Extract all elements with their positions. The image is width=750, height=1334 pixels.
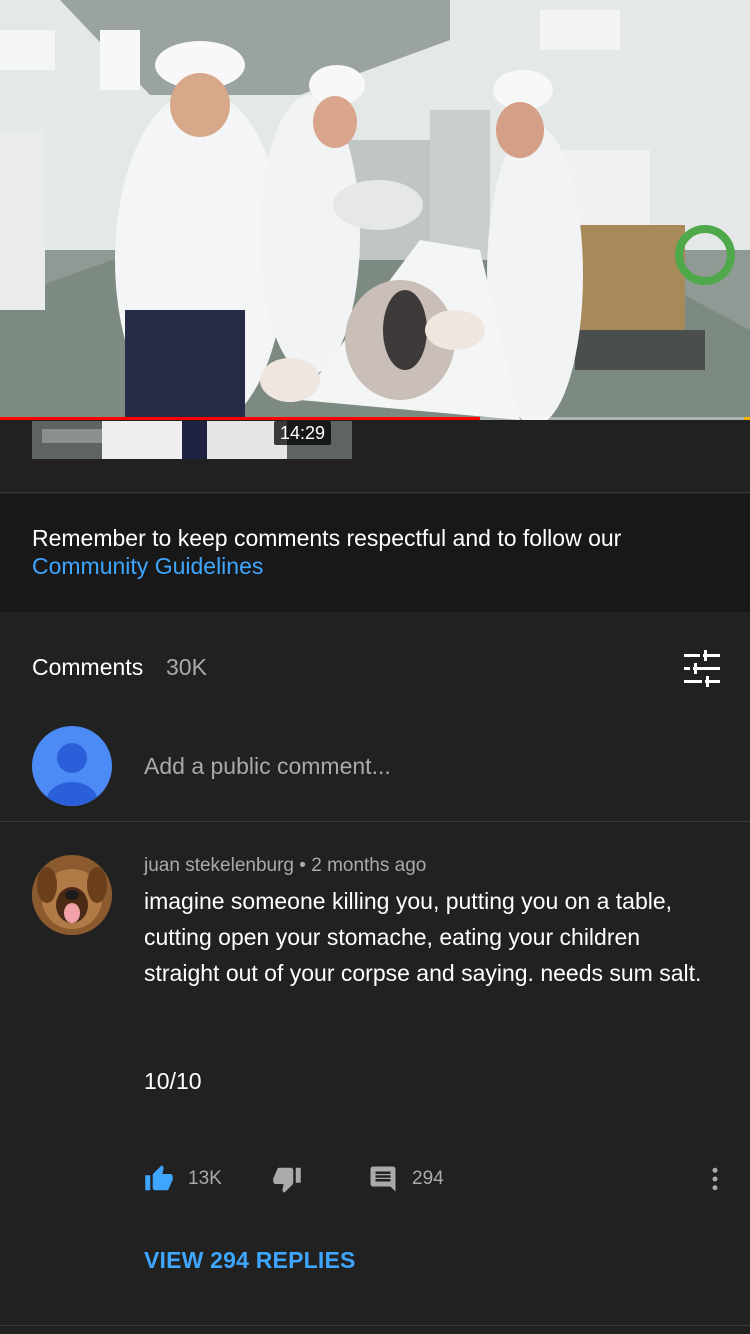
comment-author[interactable]: juan stekelenburg xyxy=(144,855,294,876)
notice-text: Remember to keep comments respectful and… xyxy=(32,525,622,551)
thumb-up-icon xyxy=(145,1165,173,1191)
community-notice: Remember to keep comments respectful and… xyxy=(0,494,750,612)
comment-actions: 13K 294 xyxy=(144,1159,734,1199)
reply-button[interactable]: 294 xyxy=(368,1159,444,1199)
progress-bar[interactable] xyxy=(0,417,750,420)
reply-icon xyxy=(370,1166,396,1192)
view-replies-button[interactable]: VIEW 294 REPLIES xyxy=(144,1247,356,1274)
add-comment-row xyxy=(0,724,750,822)
user-avatar-image xyxy=(32,855,112,935)
divider xyxy=(0,1325,750,1326)
avatar[interactable] xyxy=(32,855,112,935)
like-count: 13K xyxy=(188,1168,222,1189)
avatar-placeholder-icon xyxy=(46,743,98,806)
video-player[interactable] xyxy=(0,0,750,420)
more-options-button[interactable] xyxy=(700,1159,730,1199)
video-duration-badge: 14:29 xyxy=(274,421,332,445)
like-button[interactable]: 13K xyxy=(144,1159,222,1199)
more-vert-icon xyxy=(712,1167,718,1191)
comment-text: imagine someone killing you, putting you… xyxy=(144,888,702,986)
comments-title: Comments xyxy=(32,654,144,680)
progress-bar-marker xyxy=(744,417,750,420)
below-video-strip: 14:29 xyxy=(0,421,750,493)
video-frame xyxy=(0,0,750,420)
dislike-button[interactable] xyxy=(272,1159,302,1199)
avatar[interactable] xyxy=(32,726,112,806)
reply-count: 294 xyxy=(412,1168,444,1189)
comments-count: 30K xyxy=(166,654,207,680)
comments-header: Comments 30K xyxy=(0,612,750,724)
comment-score-line: 10/10 xyxy=(144,1068,202,1094)
sort-icon[interactable] xyxy=(682,650,722,688)
thumb-down-icon xyxy=(273,1167,301,1193)
meta-separator: • xyxy=(299,855,306,876)
comment-body: imagine someone killing you, putting you… xyxy=(144,883,714,1099)
community-guidelines-link[interactable]: Community Guidelines xyxy=(32,552,718,580)
comment-item: juan stekelenburg • 2 months ago imagine… xyxy=(0,823,750,1325)
add-comment-input[interactable] xyxy=(144,750,704,782)
comment-meta: juan stekelenburg • 2 months ago xyxy=(144,855,426,877)
progress-bar-fill xyxy=(0,417,480,420)
comment-time: 2 months ago xyxy=(311,855,427,876)
